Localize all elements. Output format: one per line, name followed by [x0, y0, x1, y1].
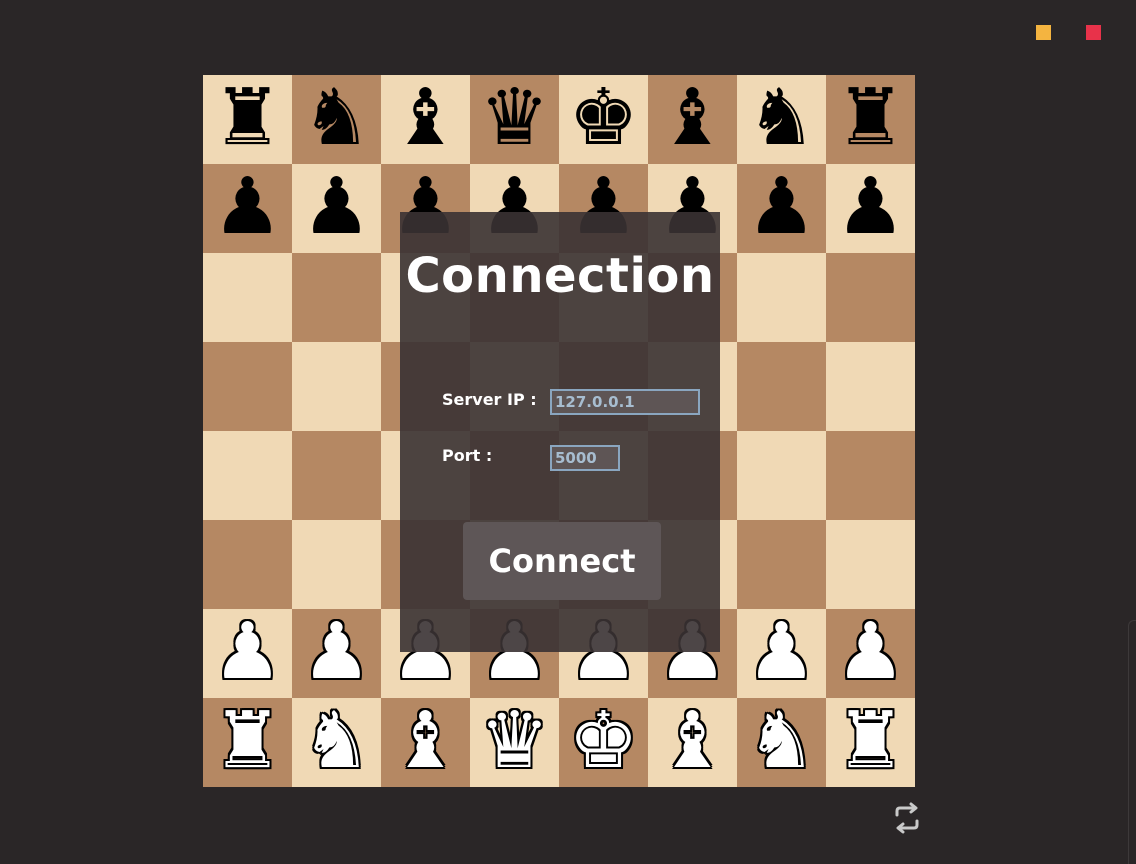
square-d1[interactable]: ♛ — [470, 698, 559, 787]
square-g8[interactable]: ♞ — [737, 75, 826, 164]
square-b8[interactable]: ♞ — [292, 75, 381, 164]
square-h1[interactable]: ♜ — [826, 698, 915, 787]
black-bishop-icon[interactable]: ♝ — [658, 79, 728, 157]
white-bishop-icon[interactable]: ♝ — [391, 702, 461, 780]
white-king-icon[interactable]: ♚ — [569, 702, 639, 780]
square-b7[interactable]: ♟ — [292, 164, 381, 253]
white-rook-icon[interactable]: ♜ — [836, 702, 906, 780]
square-g3[interactable] — [737, 520, 826, 609]
square-h7[interactable]: ♟ — [826, 164, 915, 253]
white-knight-icon[interactable]: ♞ — [302, 702, 372, 780]
connect-button[interactable]: Connect — [463, 522, 661, 600]
square-a8[interactable]: ♜ — [203, 75, 292, 164]
square-a4[interactable] — [203, 431, 292, 520]
square-h5[interactable] — [826, 342, 915, 431]
square-b1[interactable]: ♞ — [292, 698, 381, 787]
server-ip-input[interactable] — [550, 389, 700, 415]
square-g4[interactable] — [737, 431, 826, 520]
black-pawn-icon[interactable]: ♟ — [213, 168, 283, 246]
square-c1[interactable]: ♝ — [381, 698, 470, 787]
square-h3[interactable] — [826, 520, 915, 609]
white-pawn-icon[interactable]: ♟ — [747, 613, 817, 691]
square-a6[interactable] — [203, 253, 292, 342]
dialog-title: Connection — [405, 248, 715, 304]
white-pawn-icon[interactable]: ♟ — [302, 613, 372, 691]
square-a7[interactable]: ♟ — [203, 164, 292, 253]
square-h8[interactable]: ♜ — [826, 75, 915, 164]
white-pawn-icon[interactable]: ♟ — [213, 613, 283, 691]
square-h2[interactable]: ♟ — [826, 609, 915, 698]
square-b5[interactable] — [292, 342, 381, 431]
black-rook-icon[interactable]: ♜ — [836, 79, 906, 157]
white-pawn-icon[interactable]: ♟ — [836, 613, 906, 691]
square-h6[interactable] — [826, 253, 915, 342]
port-label: Port : — [442, 446, 493, 465]
square-b3[interactable] — [292, 520, 381, 609]
square-a1[interactable]: ♜ — [203, 698, 292, 787]
black-pawn-icon[interactable]: ♟ — [747, 168, 817, 246]
side-panel-edge — [1128, 620, 1136, 864]
black-rook-icon[interactable]: ♜ — [213, 79, 283, 157]
connection-dialog: Connection Server IP : Port : Connect — [400, 212, 720, 652]
square-b6[interactable] — [292, 253, 381, 342]
square-h4[interactable] — [826, 431, 915, 520]
square-g5[interactable] — [737, 342, 826, 431]
square-a5[interactable] — [203, 342, 292, 431]
app-window: ♜♞♝♛♚♝♞♜♟♟♟♟♟♟♟♟♟♟♟♟♟♟♟♟♜♞♝♛♚♝♞♜ Connect… — [0, 0, 1136, 864]
minimize-button[interactable] — [1036, 25, 1051, 40]
square-a2[interactable]: ♟ — [203, 609, 292, 698]
server-ip-label: Server IP : — [442, 390, 537, 409]
white-queen-icon[interactable]: ♛ — [480, 702, 550, 780]
port-input[interactable] — [550, 445, 620, 471]
white-rook-icon[interactable]: ♜ — [213, 702, 283, 780]
square-c8[interactable]: ♝ — [381, 75, 470, 164]
black-queen-icon[interactable]: ♛ — [480, 79, 550, 157]
flip-board-icon[interactable] — [891, 802, 923, 834]
close-button[interactable] — [1086, 25, 1101, 40]
black-king-icon[interactable]: ♚ — [569, 79, 639, 157]
black-pawn-icon[interactable]: ♟ — [836, 168, 906, 246]
square-a3[interactable] — [203, 520, 292, 609]
square-g1[interactable]: ♞ — [737, 698, 826, 787]
square-g7[interactable]: ♟ — [737, 164, 826, 253]
black-knight-icon[interactable]: ♞ — [302, 79, 372, 157]
square-g2[interactable]: ♟ — [737, 609, 826, 698]
black-knight-icon[interactable]: ♞ — [747, 79, 817, 157]
black-bishop-icon[interactable]: ♝ — [391, 79, 461, 157]
square-d8[interactable]: ♛ — [470, 75, 559, 164]
square-b2[interactable]: ♟ — [292, 609, 381, 698]
square-e8[interactable]: ♚ — [559, 75, 648, 164]
white-bishop-icon[interactable]: ♝ — [658, 702, 728, 780]
square-b4[interactable] — [292, 431, 381, 520]
black-pawn-icon[interactable]: ♟ — [302, 168, 372, 246]
square-e1[interactable]: ♚ — [559, 698, 648, 787]
square-f8[interactable]: ♝ — [648, 75, 737, 164]
square-f1[interactable]: ♝ — [648, 698, 737, 787]
square-g6[interactable] — [737, 253, 826, 342]
white-knight-icon[interactable]: ♞ — [747, 702, 817, 780]
